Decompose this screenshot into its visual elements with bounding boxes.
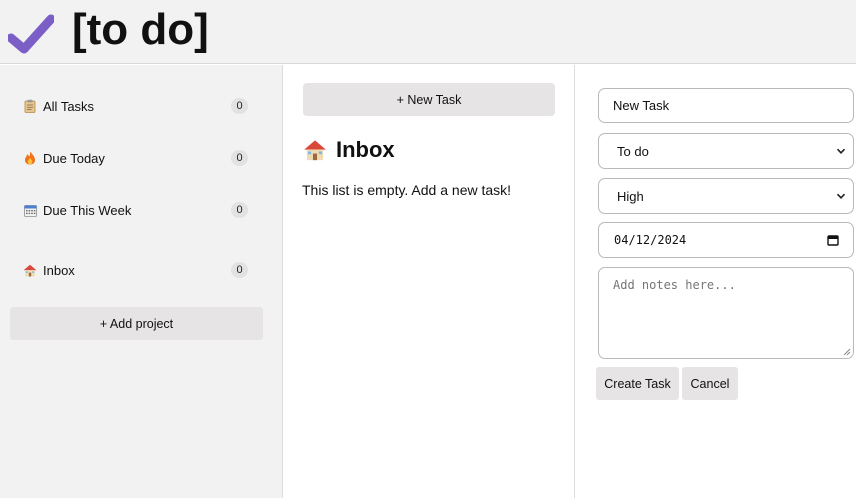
due-date-input[interactable]: 04/12/2024 (598, 222, 854, 258)
notes-placeholder: Add notes here... (613, 278, 736, 292)
task-count-badge: 0 (231, 150, 248, 166)
sidebar-item-label: Due This Week (43, 202, 132, 218)
house-icon (303, 139, 327, 161)
sidebar-item-all-tasks[interactable]: All Tasks 0 (22, 94, 248, 118)
create-task-button[interactable]: Create Task (596, 367, 679, 400)
new-task-button[interactable]: + New Task (303, 83, 555, 116)
priority-select[interactable]: High (598, 178, 854, 214)
app-title: [to do] (72, 5, 209, 54)
sidebar-item-label: Due Today (43, 150, 105, 166)
status-select[interactable]: To do (598, 133, 854, 169)
sidebar-item-due-today[interactable]: Due Today 0 (22, 146, 248, 170)
house-icon (22, 262, 38, 278)
empty-list-message: This list is empty. Add a new task! (302, 182, 512, 198)
task-count-badge: 0 (231, 98, 248, 114)
sidebar: All Tasks 0 Due Today 0 Due This Week 0 … (0, 65, 283, 498)
notes-textarea[interactable]: Add notes here... (598, 267, 854, 359)
task-count-badge: 0 (231, 202, 248, 218)
add-project-button[interactable]: + Add project (10, 307, 263, 340)
app-header: [to do] (0, 0, 856, 64)
priority-selected-value: High (617, 188, 644, 204)
calendar-icon (22, 202, 38, 218)
due-date-value: 04/12/2024 (614, 233, 687, 247)
sidebar-item-label: All Tasks (43, 98, 95, 114)
sidebar-item-due-this-week[interactable]: Due This Week 0 (22, 198, 248, 222)
fire-icon (22, 150, 38, 166)
chevron-down-icon (836, 193, 846, 199)
list-title: Inbox (303, 137, 395, 163)
checkmark-logo-icon (8, 14, 54, 54)
task-name-value: New Task (613, 98, 670, 113)
status-selected-value: To do (617, 143, 649, 159)
sidebar-item-label: Inbox (43, 262, 75, 278)
cancel-button[interactable]: Cancel (682, 367, 738, 400)
task-count-badge: 0 (231, 262, 248, 278)
task-name-input[interactable]: New Task (598, 88, 854, 123)
resize-grip-icon[interactable] (843, 348, 851, 356)
new-task-form: New Task To do High 04/12/2024 Add notes… (576, 65, 856, 498)
chevron-down-icon (836, 148, 846, 154)
list-title-text: Inbox (336, 137, 395, 162)
calendar-picker-icon[interactable] (827, 234, 839, 246)
clipboard-icon (22, 98, 38, 114)
sidebar-item-inbox[interactable]: Inbox 0 (22, 258, 248, 282)
task-list-panel: + New Task Inbox This list is empty. Add… (284, 65, 575, 498)
